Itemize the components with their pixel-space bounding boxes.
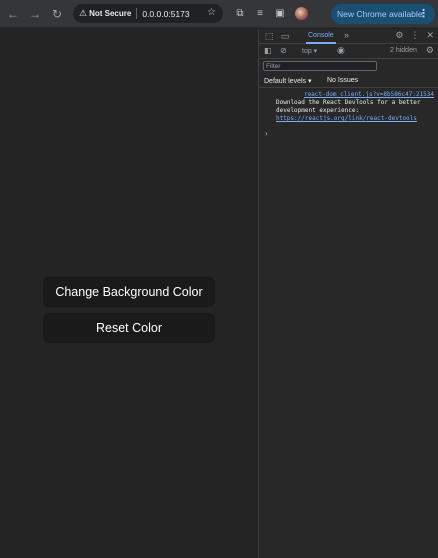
console-settings-gear-icon[interactable]: ⚙ bbox=[426, 45, 434, 56]
more-tabs-icon[interactable]: » bbox=[344, 30, 349, 40]
settings-gear-icon[interactable]: ⚙ bbox=[395, 30, 403, 41]
levels-row: Default levels ▾ No Issues bbox=[259, 73, 438, 88]
reset-color-button[interactable]: Reset Color bbox=[43, 313, 215, 343]
devtools-menu-icon[interactable]: ⋮ bbox=[410, 30, 419, 41]
bookmark-star-icon[interactable]: ☆ bbox=[207, 7, 216, 18]
page-viewport: Change Background Color Reset Color bbox=[0, 29, 258, 558]
devtools-panel: ⬚ ▭ Console » ⚙ ⋮ ✕ ◧ ⊘ top ▾ ◉ 2 hidden… bbox=[258, 29, 438, 558]
side-panel-icon[interactable]: ▣ bbox=[272, 5, 288, 21]
devtools-tabbar: ⬚ ▭ Console » ⚙ ⋮ ✕ bbox=[259, 29, 438, 44]
change-background-color-button[interactable]: Change Background Color bbox=[43, 277, 215, 307]
levels-label: Default levels bbox=[264, 78, 307, 85]
menu-dots-icon[interactable]: ⋮ bbox=[418, 7, 429, 20]
browser-toolbar: ← → ↻ ⚠ Not Secure 0.0.0.0:5173 ☆ ⧉ ≡ ▣ … bbox=[0, 0, 438, 28]
divider bbox=[136, 8, 138, 19]
close-icon[interactable]: ✕ bbox=[426, 30, 434, 41]
filter-row: Filter bbox=[259, 59, 438, 73]
reload-icon[interactable]: ↻ bbox=[48, 5, 66, 23]
console-log-entry: react-dom_client.js?v=8b586c47:21534 Dow… bbox=[259, 88, 438, 123]
default-levels-dropdown[interactable]: Default levels ▾ bbox=[264, 77, 312, 85]
security-label[interactable]: Not Secure bbox=[89, 9, 131, 18]
devtools-actions: ⚙ ⋮ ✕ bbox=[388, 30, 434, 41]
inspect-element-icon[interactable]: ⬚ bbox=[263, 30, 275, 42]
new-chrome-available-button[interactable]: New Chrome available ⋮ bbox=[331, 4, 435, 24]
context-selector[interactable]: top ▾ bbox=[302, 47, 317, 55]
react-devtools-link[interactable]: https://reactjs.org/link/react-devtools bbox=[276, 115, 417, 122]
log-message-text: Download the React DevTools for a better… bbox=[276, 99, 421, 114]
extensions-icon[interactable]: ⧉ bbox=[232, 5, 248, 21]
address-bar[interactable]: ⚠ Not Secure 0.0.0.0:5173 ☆ bbox=[73, 4, 223, 23]
log-source-link[interactable]: react-dom_client.js?v=8b586c47:21534 bbox=[276, 91, 434, 99]
console-prompt-chevron-icon[interactable]: › bbox=[265, 129, 268, 138]
profile-avatar[interactable] bbox=[295, 6, 308, 20]
log-message: Download the React DevTools for a better… bbox=[276, 99, 434, 123]
device-toolbar-icon[interactable]: ▭ bbox=[279, 30, 291, 42]
context-label: top bbox=[302, 48, 312, 55]
media-control-icon[interactable]: ≡ bbox=[252, 5, 268, 21]
clear-console-icon[interactable]: ⊘ bbox=[280, 46, 287, 55]
filter-input[interactable]: Filter bbox=[263, 61, 377, 71]
url-text[interactable]: 0.0.0.0:5173 bbox=[142, 9, 189, 19]
sidebar-toggle-icon[interactable]: ◧ bbox=[264, 46, 272, 55]
back-arrow-icon[interactable]: ← bbox=[4, 5, 22, 23]
toolbar-icons: ⧉ ≡ ▣ bbox=[232, 5, 313, 21]
warning-icon[interactable]: ⚠ bbox=[79, 8, 87, 19]
live-expression-eye-icon[interactable]: ◉ bbox=[337, 45, 345, 56]
tab-console[interactable]: Console bbox=[306, 29, 336, 44]
console-toolbar: ◧ ⊘ top ▾ ◉ 2 hidden ⚙ bbox=[259, 44, 438, 59]
hidden-messages-count[interactable]: 2 hidden bbox=[390, 47, 417, 54]
forward-arrow-icon[interactable]: → bbox=[26, 5, 44, 23]
issues-count[interactable]: No Issues bbox=[327, 77, 358, 84]
update-label: New Chrome available bbox=[337, 9, 423, 19]
